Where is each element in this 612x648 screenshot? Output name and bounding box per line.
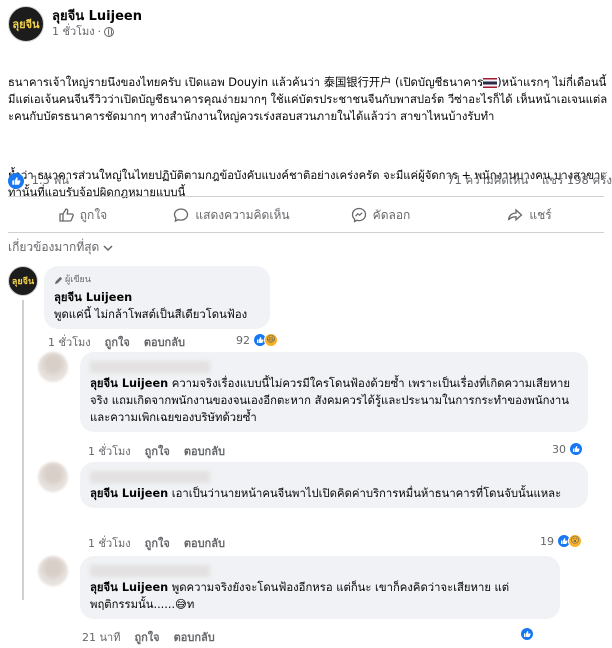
post-header: ลุยจีน ลุยจีน Luijeen 1 ชั่วโมง · <box>8 6 142 42</box>
comment-icon <box>174 208 189 223</box>
comment-reply-button[interactable]: ตอบกลับ <box>184 442 225 460</box>
comment-time[interactable]: 1 ชั่วโมง <box>48 333 91 351</box>
comment-actions: 1 ชั่วโมง ถูกใจ ตอบกลับ <box>48 333 185 351</box>
share-icon <box>508 208 523 222</box>
comment-text: พูดแค่นี้ ไม่กล้าโพสต์เป็นสีเดียวโดนฟ้อง <box>54 308 248 321</box>
comment-reply-button[interactable]: ตอบกลับ <box>144 333 185 351</box>
comment-text: ลุยจีน Luijeen พูดความจริงยังจะโดนฟ้องอี… <box>90 581 510 611</box>
comment-reactions[interactable]: 30 <box>552 442 583 456</box>
reaction-summary[interactable]: 1.5 พัน <box>8 172 69 190</box>
copy-button[interactable]: คัดลอก <box>306 200 455 230</box>
post-body: ธนาคารเจ้าใหญ่รายนึงของไทยครับ เปิดแอพ D… <box>8 40 608 226</box>
post-time[interactable]: 1 ชั่วโมง <box>52 25 95 39</box>
commenter-name[interactable] <box>90 468 578 485</box>
post-stats: 1.5 พัน 71 ความคิดเห็น แชร์ 198 ครั้ง <box>8 172 612 190</box>
divider <box>8 232 604 233</box>
avatar[interactable] <box>38 462 68 492</box>
comment-reactions[interactable] <box>520 627 534 641</box>
comment-bubble: ผู้เขียน ลุยจีน Luijeen พูดแค่นี้ ไม่กล้… <box>44 266 270 329</box>
post-meta: 1 ชั่วโมง · <box>52 25 142 39</box>
comment-like-button[interactable]: ถูกใจ <box>145 534 170 552</box>
comment-bubble: ลุยจีน Luijeen เอาเป็นว่านายหน้าคนจีนพาไ… <box>80 462 588 508</box>
reaction-count: 1.5 พัน <box>31 173 70 187</box>
share-label: แชร์ <box>529 207 552 222</box>
comment: ลุยจีน ผู้เขียน ลุยจีน Luijeen พูดแค่นี้… <box>8 266 270 329</box>
mention[interactable]: ลุยจีน Luijeen <box>90 377 168 390</box>
commenter-name[interactable]: ลุยจีน Luijeen <box>54 289 260 306</box>
page-name[interactable]: ลุยจีน Luijeen <box>52 9 142 25</box>
share-count[interactable]: แชร์ 198 ครั้ง <box>542 173 612 187</box>
comment-text: ลุยจีน Luijeen เอาเป็นว่านายหน้าคนจีนพาไ… <box>90 487 562 500</box>
comment-reply-button[interactable]: ตอบกลับ <box>184 534 225 552</box>
post-paragraph-1a: ธนาคารเจ้าใหญ่รายนึงของไทยครับ เปิดแอพ D… <box>8 76 484 89</box>
avatar[interactable]: ลุยจีน <box>8 266 38 296</box>
comment-actions: 1 ชั่วโมง ถูกใจ ตอบกลับ <box>88 442 225 460</box>
comment-label: แสดงความคิดเห็น <box>195 207 290 222</box>
reaction-count: 30 <box>552 442 566 456</box>
laugh-emoji-icon: 😅 <box>175 598 187 611</box>
avatar[interactable] <box>38 556 68 586</box>
action-bar: ถูกใจ แสดงความคิดเห็น คัดลอก แชร์ <box>8 200 604 230</box>
comment-count[interactable]: 71 ความคิดเห็น <box>447 173 528 187</box>
copy-label: คัดลอก <box>372 207 411 222</box>
mention[interactable]: ลุยจีน Luijeen <box>90 581 168 594</box>
comment: ลุยจีน Luijeen พูดความจริงยังจะโดนฟ้องอี… <box>38 556 560 619</box>
commenter-name[interactable] <box>90 358 578 375</box>
comment-like-button[interactable]: ถูกใจ <box>145 442 170 460</box>
comment-actions: 21 นาที ถูกใจ ตอบกลับ <box>82 628 215 646</box>
laugh-reaction-icon: 😆 <box>264 333 278 347</box>
divider <box>8 196 604 197</box>
comment-button[interactable]: แสดงความคิดเห็น <box>157 200 306 230</box>
comment-time[interactable]: 1 ชั่วโมง <box>88 442 131 460</box>
commenter-name[interactable] <box>90 562 550 579</box>
thumbs-up-icon <box>59 208 74 222</box>
globe-icon <box>104 27 115 37</box>
comment-time[interactable]: 21 นาที <box>82 628 120 646</box>
comment-text: ลุยจีน Luijeen ความจริงเรื่องแบบนี้ไม่คว… <box>90 377 570 424</box>
like-label: ถูกใจ <box>79 207 108 222</box>
comment-like-button[interactable]: ถูกใจ <box>105 333 130 351</box>
messenger-icon <box>351 207 366 223</box>
comment-reactions[interactable]: 92 😆 <box>236 333 278 347</box>
comment-actions: 1 ชั่วโมง ถูกใจ ตอบกลับ <box>88 534 225 552</box>
comment-reactions[interactable]: 19 😮 <box>540 534 582 548</box>
like-reaction-icon <box>569 442 583 456</box>
comment-filter[interactable]: เกี่ยวข้องมากที่สุด <box>8 238 113 257</box>
thai-flag-icon <box>483 78 498 88</box>
pen-icon <box>54 276 63 285</box>
avatar[interactable] <box>38 352 68 382</box>
comment-reply-button[interactable]: ตอบกลับ <box>174 628 215 646</box>
thread-line <box>22 300 24 600</box>
reaction-count: 92 <box>236 333 250 347</box>
comment-bubble: ลุยจีน Luijeen ความจริงเรื่องแบบนี้ไม่คว… <box>80 352 588 432</box>
mention[interactable]: ลุยจีน Luijeen <box>90 487 168 500</box>
comment: ลุยจีน Luijeen เอาเป็นว่านายหน้าคนจีนพาไ… <box>38 462 588 508</box>
like-reaction-icon <box>8 172 24 189</box>
comment-time[interactable]: 1 ชั่วโมง <box>88 534 131 552</box>
comment-like-button[interactable]: ถูกใจ <box>134 628 159 646</box>
like-reaction-icon <box>520 627 534 641</box>
wow-reaction-icon: 😮 <box>568 534 582 548</box>
author-badge: ผู้เขียน <box>54 272 260 289</box>
chevron-down-icon <box>103 244 113 251</box>
share-button[interactable]: แชร์ <box>455 200 604 230</box>
comment: ลุยจีน Luijeen ความจริงเรื่องแบบนี้ไม่คว… <box>38 352 588 432</box>
reaction-count: 19 <box>540 534 554 548</box>
filter-label: เกี่ยวข้องมากที่สุด <box>8 240 100 254</box>
page-avatar[interactable]: ลุยจีน <box>8 6 44 42</box>
comment-bubble: ลุยจีน Luijeen พูดความจริงยังจะโดนฟ้องอี… <box>80 556 560 619</box>
like-button[interactable]: ถูกใจ <box>8 200 157 230</box>
